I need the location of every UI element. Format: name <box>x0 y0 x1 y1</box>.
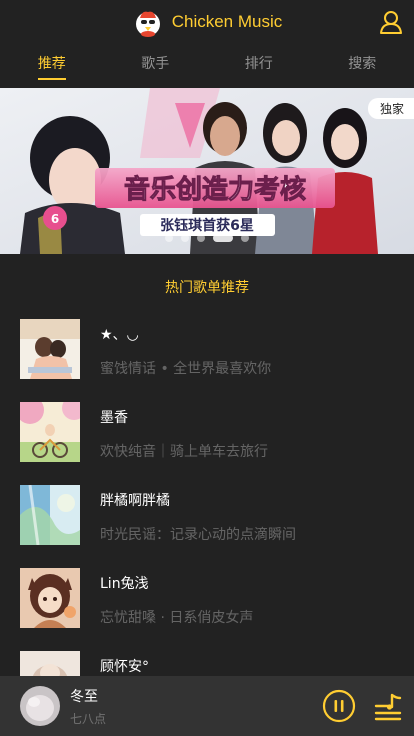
pause-icon[interactable] <box>322 689 356 723</box>
banner-subline: 张钰琪首获6星 <box>160 217 254 234</box>
banner-dot-active[interactable] <box>213 234 233 242</box>
list-item[interactable]: Lin兔浅 忘忧甜嗓 · 日系俏皮女声 <box>0 568 414 651</box>
banner-dots <box>0 234 414 242</box>
chicken-logo-icon <box>135 11 160 37</box>
tab-singer[interactable]: 歌手 <box>104 44 208 88</box>
now-playing-cover <box>20 686 60 726</box>
playlist-icon[interactable] <box>372 692 404 722</box>
banner-dot[interactable] <box>165 234 173 242</box>
playlist-name: 顾怀安° <box>100 659 149 675</box>
mini-player[interactable]: 冬至 七八点 <box>0 676 414 736</box>
exclusive-badge: 独家 <box>367 98 414 119</box>
list-item[interactable]: 胖橘啊胖橘 时光民谣：记录心动的点滴瞬间 <box>0 485 414 568</box>
tab-bar: 推荐 歌手 排行 搜索 <box>0 44 414 88</box>
playlist-desc: 蜜饯情话 • 全世界最喜欢你 <box>100 361 272 377</box>
banner-dot[interactable] <box>181 234 189 242</box>
section-title: 热门歌单推荐 <box>165 279 249 296</box>
list-item[interactable]: ★、◡ 蜜饯情话 • 全世界最喜欢你 <box>0 319 414 402</box>
banner-dot[interactable] <box>197 234 205 242</box>
playlist-desc: 时光民谣：记录心动的点滴瞬间 <box>100 527 296 543</box>
tab-rank[interactable]: 排行 <box>207 44 311 88</box>
now-playing-singer: 七八点 <box>70 711 107 726</box>
list-item[interactable]: 墨香 欢快纯音｜骑上单车去旅行 <box>0 402 414 485</box>
app-title: Chicken Music <box>171 12 283 31</box>
banner-slider[interactable]: 音乐创造力考核 张钰琪首获6星 6 独家 <box>0 88 414 254</box>
playlist-name: Lin兔浅 <box>100 576 149 592</box>
app-header: Chicken Music <box>0 0 414 44</box>
svg-text:6: 6 <box>51 212 59 226</box>
playlist-list: ★、◡ 蜜饯情话 • 全世界最喜欢你 墨香 欢快纯音｜骑上单车去旅行 胖橘啊胖橘… <box>0 319 414 734</box>
banner-headline: 音乐创造力考核 <box>124 174 306 205</box>
playlist-desc: 忘忧甜嗓 · 日系俏皮女声 <box>100 610 254 626</box>
user-icon[interactable] <box>378 9 404 35</box>
now-playing-song: 冬至 <box>70 688 98 705</box>
tab-recommend[interactable]: 推荐 <box>0 44 104 88</box>
playlist-name: ★、◡ <box>100 327 139 343</box>
playlist-cover <box>20 319 80 379</box>
tab-search[interactable]: 搜索 <box>311 44 414 88</box>
playlist-name: 胖橘啊胖橘 <box>100 493 170 509</box>
playlist-name: 墨香 <box>100 410 128 426</box>
banner-image: 音乐创造力考核 张钰琪首获6星 6 <box>0 88 414 254</box>
playlist-cover <box>20 568 80 628</box>
playlist-desc: 欢快纯音｜骑上单车去旅行 <box>100 444 268 460</box>
banner-dot[interactable] <box>241 234 249 242</box>
playlist-cover <box>20 402 80 462</box>
playlist-cover <box>20 485 80 545</box>
